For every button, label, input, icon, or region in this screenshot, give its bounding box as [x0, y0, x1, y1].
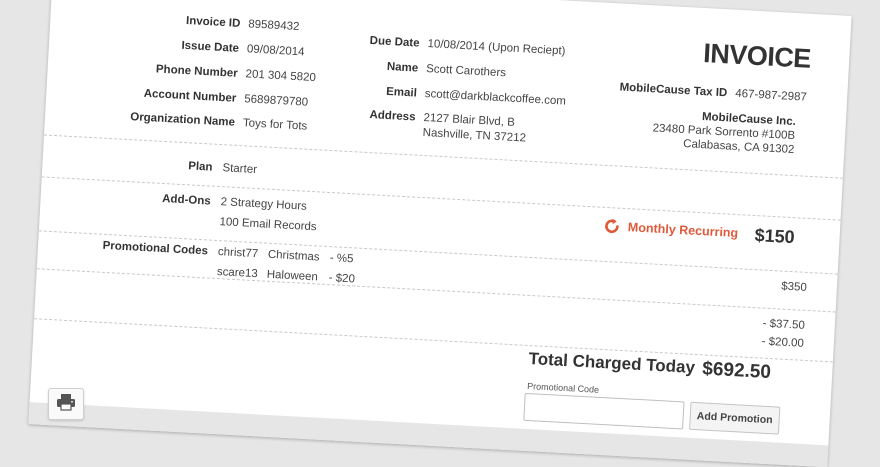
name-value: Scott Carothers	[425, 63, 507, 80]
organization-name-label: Organization Name	[129, 111, 236, 129]
issue-date-label: Issue Date	[181, 39, 240, 55]
promo-discount: - %5	[329, 252, 354, 266]
invoice-paper: INVOICE Invoice ID 89589432 Issue Date 0…	[28, 0, 852, 467]
recurring-price: $150	[754, 225, 796, 248]
email-label: Email	[385, 85, 418, 100]
deduction-amount: - $37.50	[762, 317, 806, 332]
total-value: $692.50	[701, 358, 772, 384]
addon-item: 2 Strategy Hours	[220, 196, 308, 213]
invoice-id-value: 89589432	[247, 18, 300, 34]
printer-icon	[56, 393, 76, 416]
addon-item: 100 Email Records	[219, 216, 317, 234]
account-number-value: 5689879780	[243, 93, 309, 109]
deduction-amount: - $20.00	[761, 335, 805, 350]
organization-name-value: Toys for Tots	[242, 117, 308, 133]
add-promotion-button[interactable]: Add Promotion	[689, 401, 781, 435]
invoice-id-label: Invoice ID	[185, 14, 241, 30]
print-button[interactable]	[48, 388, 84, 420]
addons-label: Add-Ons	[161, 192, 211, 208]
addon-price: $350	[780, 280, 808, 294]
monthly-recurring-label: Monthly Recurring	[627, 220, 739, 241]
refresh-icon	[601, 216, 622, 242]
plan-label: Plan	[187, 160, 213, 174]
plan-value: Starter	[222, 162, 258, 177]
invoice-title: INVOICE	[702, 38, 812, 74]
tax-id-label: MobileCause Tax ID	[619, 81, 728, 100]
promo-code: christ77	[217, 246, 259, 261]
address-line1: 2127 Blair Blvd, B	[423, 111, 516, 129]
phone-number-label: Phone Number	[155, 63, 238, 80]
due-date-label: Due Date	[369, 34, 420, 50]
promo-name: Christmas	[267, 248, 320, 264]
divider	[36, 268, 836, 313]
account-number-label: Account Number	[143, 87, 237, 105]
issue-date-value: 09/08/2014	[246, 43, 305, 59]
tax-id-value: 467-987-2987	[734, 87, 808, 104]
phone-number-value: 201 304 5820	[245, 68, 317, 85]
address-line2: Nashville, TN 37212	[422, 126, 527, 145]
email-value: scott@darkblackcoffee.com	[424, 88, 567, 108]
promo-code-input[interactable]	[523, 392, 685, 430]
name-label: Name	[386, 60, 419, 75]
due-date-value: 10/08/2014 (Upon Reciept)	[427, 38, 566, 58]
address-label: Address	[369, 109, 416, 124]
promo-codes-label: Promotional Codes	[102, 239, 209, 258]
